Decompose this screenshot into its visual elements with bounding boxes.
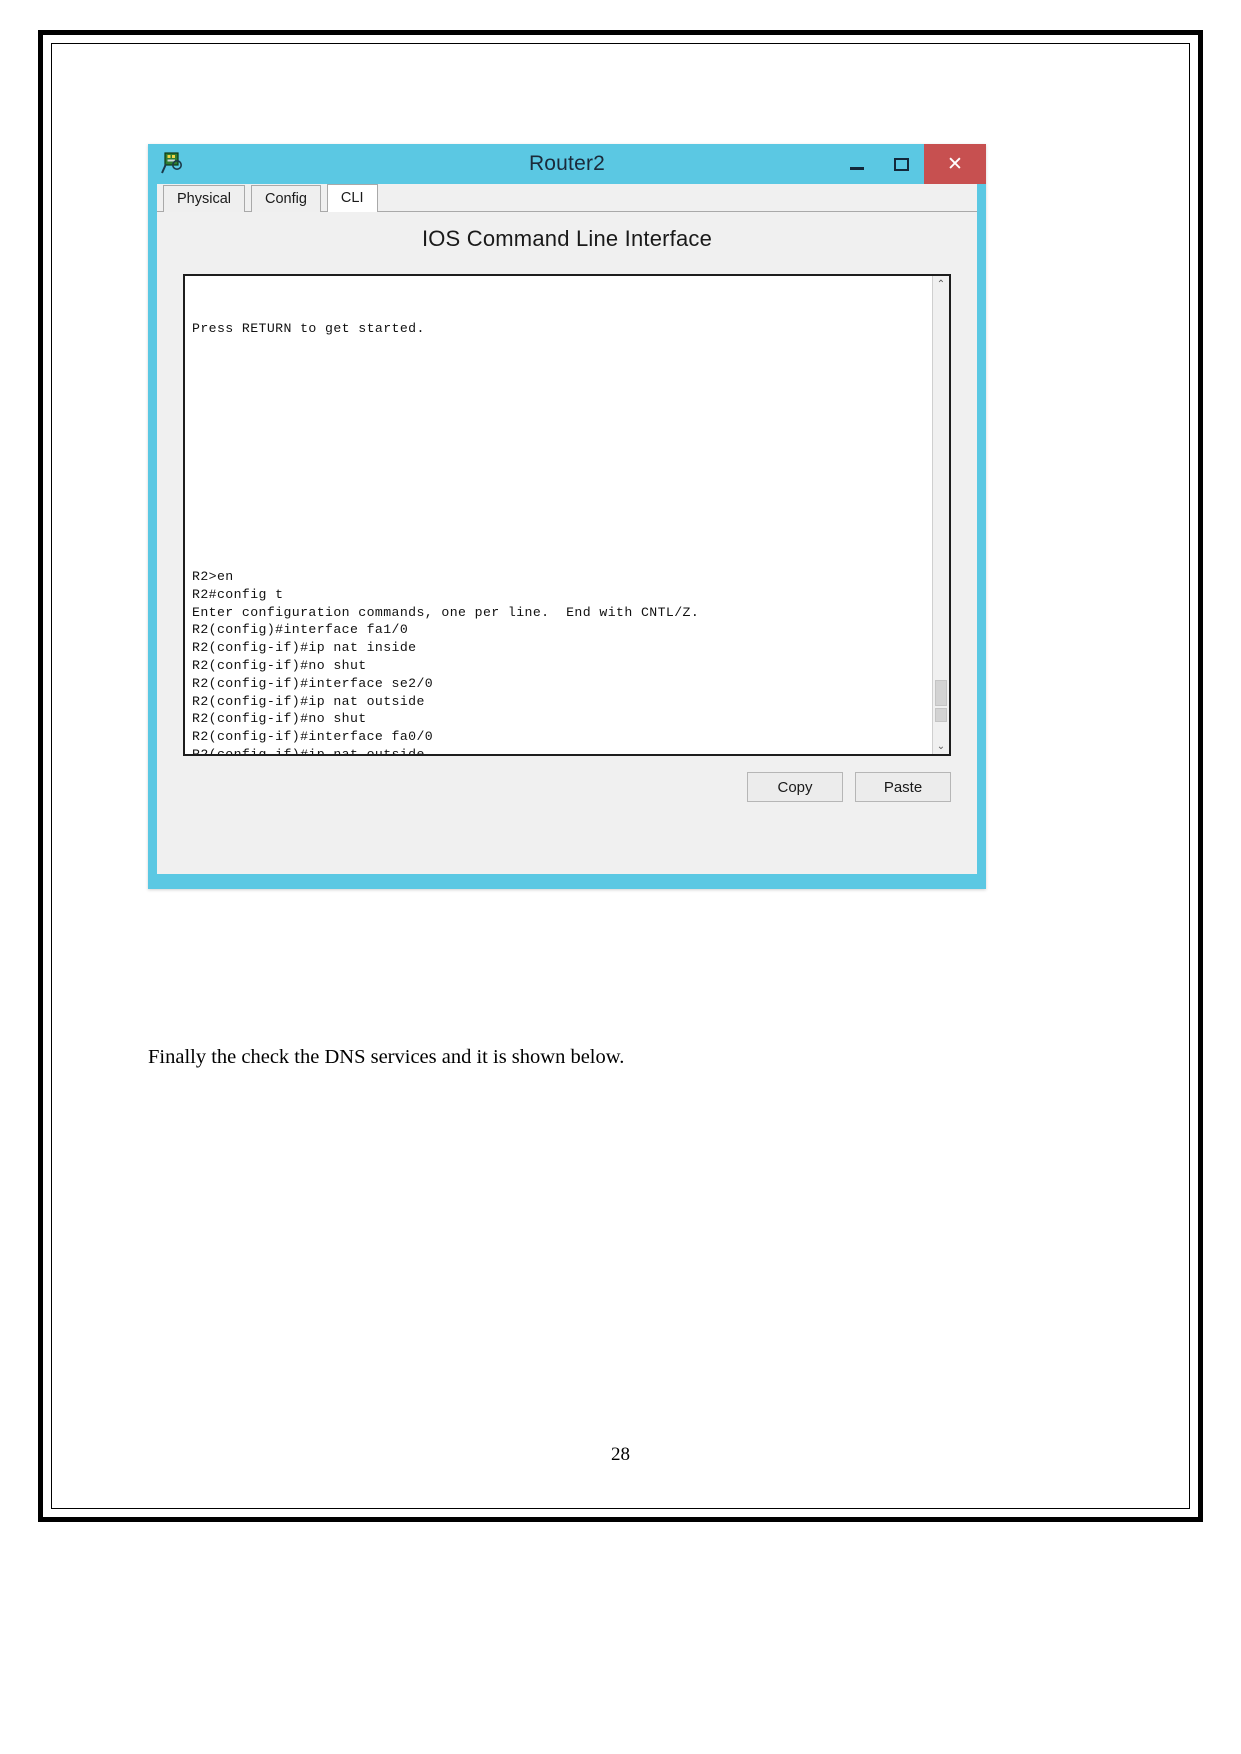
- scrollbar-thumb[interactable]: [935, 680, 947, 706]
- scroll-down-icon[interactable]: ⌄: [933, 738, 949, 754]
- close-icon: ✕: [947, 153, 963, 175]
- terminal-scrollbar[interactable]: ⌃ ⌄: [932, 276, 949, 754]
- terminal-actions: Copy Paste: [747, 772, 951, 802]
- tab-physical[interactable]: Physical: [163, 185, 245, 212]
- paste-button[interactable]: Paste: [855, 772, 951, 802]
- window-controls: ✕: [834, 144, 986, 184]
- terminal-intro-line: Press RETURN to get started.: [192, 321, 425, 336]
- tab-bar: Physical Config CLI: [157, 184, 977, 212]
- cli-heading: IOS Command Line Interface: [421, 226, 713, 251]
- maximize-button[interactable]: [879, 144, 924, 184]
- close-button[interactable]: ✕: [924, 144, 986, 184]
- document-page: Router2 ✕ Physical Config CLI IOS Comman…: [38, 30, 1203, 1522]
- terminal-output[interactable]: Press RETURN to get started. R2>en R2#co…: [185, 276, 932, 754]
- terminal-command-block: R2>en R2#config t Enter configuration co…: [192, 568, 699, 754]
- terminal-container: Press RETURN to get started. R2>en R2#co…: [183, 274, 951, 756]
- window-body: Physical Config CLI IOS Command Line Int…: [157, 184, 977, 874]
- page-number: 28: [611, 1444, 630, 1465]
- scroll-up-icon[interactable]: ⌃: [933, 276, 949, 292]
- cli-panel: IOS Command Line Interface Press RETURN …: [157, 212, 977, 874]
- page-inner-border: Router2 ✕ Physical Config CLI IOS Comman…: [51, 43, 1190, 1509]
- copy-button[interactable]: Copy: [747, 772, 843, 802]
- tab-cli[interactable]: CLI: [326, 184, 378, 212]
- router2-window: Router2 ✕ Physical Config CLI IOS Comman…: [148, 144, 986, 889]
- packet-tracer-device-icon: [160, 150, 186, 176]
- window-titlebar: Router2 ✕: [148, 144, 986, 184]
- minimize-icon: [849, 167, 864, 170]
- maximize-icon: [894, 157, 909, 171]
- scrollbar-thumb-secondary[interactable]: [935, 708, 947, 722]
- minimize-button[interactable]: [834, 144, 879, 184]
- tab-config[interactable]: Config: [251, 185, 321, 212]
- body-paragraph: Finally the check the DNS services and i…: [148, 1046, 625, 1068]
